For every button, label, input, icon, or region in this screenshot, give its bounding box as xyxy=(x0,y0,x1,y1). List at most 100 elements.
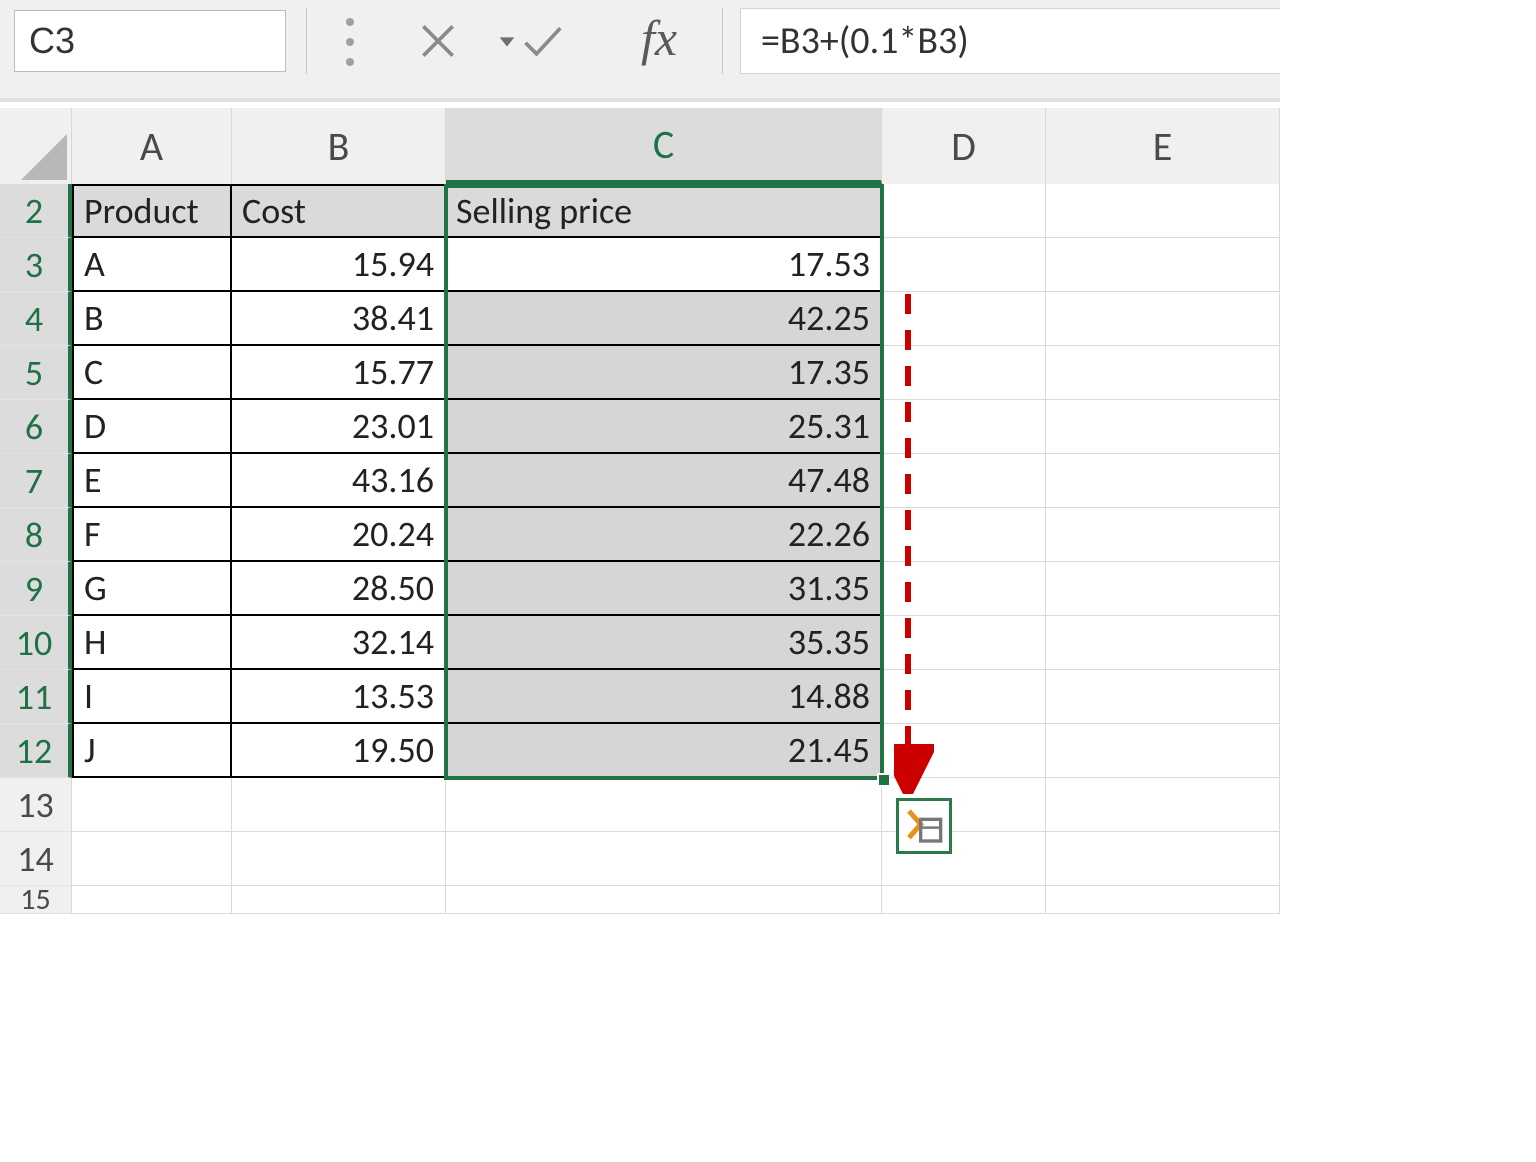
cell-C6[interactable]: 25.31 xyxy=(446,400,882,454)
cell-B5[interactable]: 15.77 xyxy=(232,346,446,400)
cell-C12[interactable]: 21.45 xyxy=(446,724,882,778)
cell-E12[interactable] xyxy=(1046,724,1280,778)
cell-B3[interactable]: 15.94 xyxy=(232,238,446,292)
row-header-8[interactable]: 8 xyxy=(0,508,72,562)
cell-D2[interactable] xyxy=(882,184,1046,238)
name-box[interactable] xyxy=(14,10,286,72)
cell-E8[interactable] xyxy=(1046,508,1280,562)
cell-E6[interactable] xyxy=(1046,400,1280,454)
cell-B6[interactable]: 23.01 xyxy=(232,400,446,454)
cell-C10[interactable]: 35.35 xyxy=(446,616,882,670)
row-header-15[interactable]: 15 xyxy=(0,886,72,914)
select-all-button[interactable] xyxy=(0,108,72,184)
cell-B2[interactable]: Cost xyxy=(232,184,446,238)
row-header-4[interactable]: 4 xyxy=(0,292,72,346)
row-8: 8 F 20.24 22.26 xyxy=(0,508,1280,562)
row-header-3[interactable]: 3 xyxy=(0,238,72,292)
row-13: 13 xyxy=(0,778,1280,832)
cell-A2[interactable]: Product xyxy=(72,184,232,238)
cell-C5[interactable]: 17.35 xyxy=(446,346,882,400)
column-headers: A B C D E xyxy=(0,108,1280,184)
cell-E9[interactable] xyxy=(1046,562,1280,616)
cell-A13[interactable] xyxy=(72,778,232,832)
cell-A14[interactable] xyxy=(72,832,232,886)
cell-B14[interactable] xyxy=(232,832,446,886)
cell-E4[interactable] xyxy=(1046,292,1280,346)
column-header-D[interactable]: D xyxy=(882,108,1046,184)
cell-E11[interactable] xyxy=(1046,670,1280,724)
cell-A11[interactable]: I xyxy=(72,670,232,724)
cell-B11[interactable]: 13.53 xyxy=(232,670,446,724)
cell-C14[interactable] xyxy=(446,832,882,886)
cell-C11[interactable]: 14.88 xyxy=(446,670,882,724)
cancel-icon xyxy=(416,19,460,63)
cell-E3[interactable] xyxy=(1046,238,1280,292)
cell-D15[interactable] xyxy=(882,886,1046,914)
cell-B15[interactable] xyxy=(232,886,446,914)
cell-E10[interactable] xyxy=(1046,616,1280,670)
row-header-11[interactable]: 11 xyxy=(0,670,72,724)
cell-E15[interactable] xyxy=(1046,886,1280,914)
cell-B9[interactable]: 28.50 xyxy=(232,562,446,616)
row-header-12[interactable]: 12 xyxy=(0,724,72,778)
cell-B4[interactable]: 38.41 xyxy=(232,292,446,346)
formula-bar: fx =B3+(0.1*B3) xyxy=(0,0,1280,102)
cell-C7[interactable]: 47.48 xyxy=(446,454,882,508)
cell-E7[interactable] xyxy=(1046,454,1280,508)
row-header-6[interactable]: 6 xyxy=(0,400,72,454)
row-header-9[interactable]: 9 xyxy=(0,562,72,616)
cell-A4[interactable]: B xyxy=(72,292,232,346)
cell-B13[interactable] xyxy=(232,778,446,832)
column-header-E[interactable]: E xyxy=(1046,108,1280,184)
insert-function-button[interactable]: fx xyxy=(614,2,704,74)
column-header-A[interactable]: A xyxy=(72,108,232,184)
divider xyxy=(306,8,307,74)
row-header-5[interactable]: 5 xyxy=(0,346,72,400)
cell-B10[interactable]: 32.14 xyxy=(232,616,446,670)
cell-A3[interactable]: A xyxy=(72,238,232,292)
cell-C4[interactable]: 42.25 xyxy=(446,292,882,346)
cell-B12[interactable]: 19.50 xyxy=(232,724,446,778)
cell-E13[interactable] xyxy=(1046,778,1280,832)
select-all-triangle-icon xyxy=(21,134,67,180)
cell-A5[interactable]: C xyxy=(72,346,232,400)
formula-text: =B3+(0.1*B3) xyxy=(761,18,969,64)
cell-E5[interactable] xyxy=(1046,346,1280,400)
accept-button[interactable] xyxy=(502,8,582,74)
row-3: 3 A 15.94 17.53 xyxy=(0,238,1280,292)
cell-C8[interactable]: 22.26 xyxy=(446,508,882,562)
cell-C3[interactable]: 17.53 xyxy=(446,238,882,292)
cell-B8[interactable]: 20.24 xyxy=(232,508,446,562)
row-header-13[interactable]: 13 xyxy=(0,778,72,832)
cell-B7[interactable]: 43.16 xyxy=(232,454,446,508)
cell-A15[interactable] xyxy=(72,886,232,914)
row-11: 11 I 13.53 14.88 xyxy=(0,670,1280,724)
cell-C15[interactable] xyxy=(446,886,882,914)
formula-input[interactable]: =B3+(0.1*B3) xyxy=(740,8,1280,74)
cell-A12[interactable]: J xyxy=(72,724,232,778)
row-14: 14 xyxy=(0,832,1280,886)
row-header-10[interactable]: 10 xyxy=(0,616,72,670)
cell-A9[interactable]: G xyxy=(72,562,232,616)
cell-D3[interactable] xyxy=(882,238,1046,292)
cell-A10[interactable]: H xyxy=(72,616,232,670)
row-header-14[interactable]: 14 xyxy=(0,832,72,886)
divider xyxy=(0,98,1280,102)
row-header-2[interactable]: 2 xyxy=(0,184,72,238)
column-header-C[interactable]: C xyxy=(446,108,882,184)
divider xyxy=(722,8,723,74)
cell-A8[interactable]: F xyxy=(72,508,232,562)
cell-E14[interactable] xyxy=(1046,832,1280,886)
autofill-options-button[interactable] xyxy=(896,798,952,854)
fill-handle[interactable] xyxy=(877,773,891,787)
cell-E2[interactable] xyxy=(1046,184,1280,238)
cell-A7[interactable]: E xyxy=(72,454,232,508)
column-header-B[interactable]: B xyxy=(232,108,446,184)
cell-C2[interactable]: Selling price xyxy=(446,184,882,238)
cancel-button[interactable] xyxy=(398,8,478,74)
formula-bar-grip-icon xyxy=(346,18,376,66)
cell-C9[interactable]: 31.35 xyxy=(446,562,882,616)
cell-A6[interactable]: D xyxy=(72,400,232,454)
row-header-7[interactable]: 7 xyxy=(0,454,72,508)
cell-C13[interactable] xyxy=(446,778,882,832)
